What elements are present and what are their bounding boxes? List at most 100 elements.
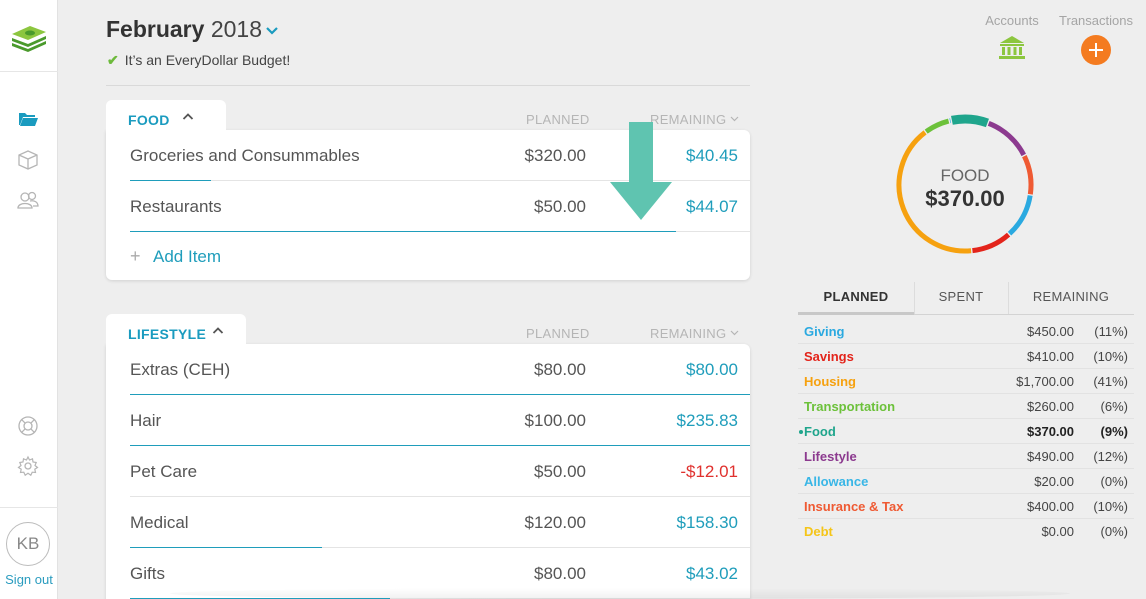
sign-out-link[interactable]: Sign out: [0, 572, 58, 587]
item-planned-amount[interactable]: $50.00: [534, 197, 586, 217]
box-icon[interactable]: [17, 149, 39, 171]
category-name[interactable]: Lifestyle: [804, 449, 857, 464]
budget-item-row[interactable]: Pet Care $50.00 -$12.01: [130, 446, 750, 497]
tab-remaining[interactable]: REMAINING: [1008, 289, 1134, 304]
donut-category-amount: $370.00: [925, 186, 1005, 211]
budget-item-row[interactable]: Medical $120.00 $158.30: [130, 497, 750, 548]
item-planned-amount[interactable]: $320.00: [525, 146, 586, 166]
summary-row-food[interactable]: Food $370.00 (9%): [798, 419, 1134, 444]
collapse-chevron-up-icon[interactable]: [212, 326, 224, 335]
selected-indicator-dot: [799, 430, 803, 434]
sidebar-divider: [0, 71, 58, 72]
people-icon[interactable]: [17, 189, 39, 211]
category-percent: (10%): [1093, 499, 1128, 514]
item-name[interactable]: Hair: [130, 411, 161, 431]
settings-gear-icon[interactable]: [17, 455, 39, 477]
donut-segment-food[interactable]: [950, 114, 989, 128]
category-percent: (6%): [1100, 399, 1128, 414]
group-title-food[interactable]: FOOD: [128, 112, 170, 128]
summary-row-transportation[interactable]: Transportation $260.00 (6%): [798, 394, 1134, 419]
plus-icon: +: [130, 246, 141, 266]
budget-item-row[interactable]: Extras (CEH) $80.00 $80.00: [130, 344, 750, 395]
item-planned-amount[interactable]: $80.00: [534, 564, 586, 584]
category-name[interactable]: Giving: [804, 324, 844, 339]
donut-category-label: FOOD: [940, 166, 990, 185]
category-name[interactable]: Food: [804, 424, 836, 439]
category-percent: (0%): [1100, 474, 1128, 489]
category-percent: (9%): [1100, 424, 1128, 439]
item-remaining-amount: $44.07: [686, 197, 738, 216]
category-percent: (41%): [1093, 374, 1128, 389]
remaining-column-header[interactable]: REMAINING: [650, 326, 726, 341]
transactions-link[interactable]: Transactions: [1054, 13, 1138, 28]
category-name[interactable]: Allowance: [804, 474, 868, 489]
summary-row-lifestyle[interactable]: Lifestyle $490.00 (12%): [798, 444, 1134, 469]
donut-segment-lifestyle[interactable]: [987, 121, 1026, 157]
category-percent: (0%): [1100, 524, 1128, 539]
scroll-shadow: [170, 588, 1070, 599]
user-avatar[interactable]: KB: [6, 522, 50, 566]
add-item-button[interactable]: + Add Item: [130, 232, 750, 280]
everydollar-logo[interactable]: [8, 18, 48, 52]
summary-row-savings[interactable]: Savings $410.00 (10%): [798, 344, 1134, 369]
budget-folder-icon[interactable]: [17, 108, 39, 130]
summary-row-debt[interactable]: Debt $0.00 (0%): [798, 519, 1134, 544]
add-item-label: Add Item: [153, 247, 222, 266]
category-name[interactable]: Transportation: [804, 399, 895, 414]
item-name[interactable]: Pet Care: [130, 462, 197, 482]
category-summary-table: Giving $450.00 (11%) Savings $410.00 (10%) Hou…: [798, 319, 1134, 544]
category-amount: $260.00: [1027, 399, 1074, 414]
item-remaining-amount: $40.45: [686, 146, 738, 165]
item-planned-amount[interactable]: $80.00: [534, 360, 586, 380]
left-sidebar: KB Sign out: [0, 0, 58, 599]
help-lifebuoy-icon[interactable]: [17, 415, 39, 437]
category-amount: $410.00: [1027, 349, 1074, 364]
chevron-down-icon[interactable]: [265, 26, 279, 36]
add-transaction-button[interactable]: [1081, 35, 1111, 65]
month-name: February: [106, 16, 205, 42]
category-name[interactable]: Housing: [804, 374, 856, 389]
summary-row-giving[interactable]: Giving $450.00 (11%): [798, 319, 1134, 344]
bank-icon[interactable]: [998, 35, 1026, 59]
item-name[interactable]: Restaurants: [130, 197, 222, 217]
tab-spent[interactable]: SPENT: [914, 289, 1008, 304]
item-planned-amount[interactable]: $120.00: [525, 513, 586, 533]
category-amount: $400.00: [1027, 499, 1074, 514]
month-year: 2018: [210, 16, 262, 42]
header-divider: [106, 85, 750, 86]
budget-month-title[interactable]: February 2018: [106, 16, 262, 43]
budget-item-row[interactable]: Hair $100.00 $235.83: [130, 395, 750, 446]
item-name[interactable]: Gifts: [130, 564, 165, 584]
item-name[interactable]: Medical: [130, 513, 189, 533]
summary-tabs: PLANNED SPENT REMAINING: [798, 282, 1134, 315]
budget-status-message: ✔ It’s an EveryDollar Budget!: [107, 52, 291, 68]
planned-column-header: PLANNED: [526, 326, 590, 341]
item-remaining-amount: -$12.01: [680, 462, 738, 481]
item-planned-amount[interactable]: $100.00: [525, 411, 586, 431]
arrow-down-icon: [610, 122, 672, 220]
category-percent: (11%): [1094, 324, 1128, 339]
summary-row-housing[interactable]: Housing $1,700.00 (41%): [798, 369, 1134, 394]
item-remaining-amount: $158.30: [676, 513, 738, 532]
chevron-down-icon[interactable]: [730, 116, 739, 122]
donut-segment-transportation[interactable]: [924, 118, 950, 134]
category-name[interactable]: Savings: [804, 349, 854, 364]
donut-segment-savings[interactable]: [972, 232, 1011, 254]
chevron-down-icon[interactable]: [730, 330, 739, 336]
item-name[interactable]: Extras (CEH): [130, 360, 230, 380]
item-planned-amount[interactable]: $50.00: [534, 462, 586, 482]
checkmark-icon: ✔: [107, 52, 119, 68]
lifestyle-group-header: LIFESTYLE PLANNED REMAINING: [106, 314, 750, 344]
collapse-chevron-up-icon[interactable]: [182, 112, 194, 121]
summary-row-insurance-tax[interactable]: Insurance & Tax $400.00 (10%): [798, 494, 1134, 519]
category-percent: (12%): [1093, 449, 1128, 464]
group-title-lifestyle[interactable]: LIFESTYLE: [128, 326, 206, 342]
category-name[interactable]: Insurance & Tax: [804, 499, 903, 514]
summary-row-allowance[interactable]: Allowance $20.00 (0%): [798, 469, 1134, 494]
item-name[interactable]: Groceries and Consummables: [130, 146, 360, 166]
lifestyle-items: Extras (CEH) $80.00 $80.00 Hair $100.00 …: [106, 344, 750, 599]
category-name[interactable]: Debt: [804, 524, 833, 539]
accounts-link[interactable]: Accounts: [982, 13, 1042, 28]
lifestyle-budget-group: LIFESTYLE PLANNED REMAINING Extras (CEH)…: [106, 314, 750, 599]
tab-planned[interactable]: PLANNED: [798, 289, 914, 304]
